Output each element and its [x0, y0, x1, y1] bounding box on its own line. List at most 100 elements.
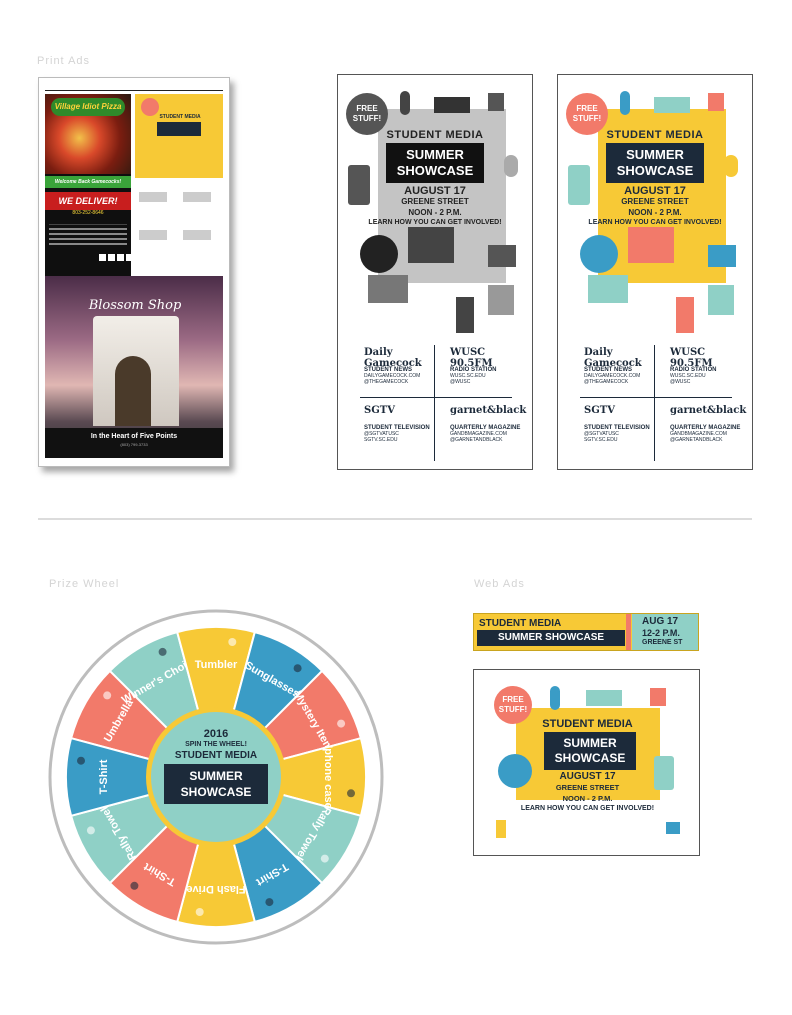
boutique-footer: In the Heart of Five Points (803) 799-37…	[45, 428, 223, 458]
outlet-radio: WUSC 90.5FM RADIO STATION WUSC.SC.EDU @W…	[450, 347, 530, 385]
event-street: GREENE STREET	[401, 197, 469, 206]
prize-wheel: Umbrella Winner's Choice Tumbler Sunglasses…	[47, 608, 385, 946]
section-label-print-ads: Print Ads	[37, 55, 91, 67]
webad-title-box: SUMMER SHOWCASE	[544, 732, 636, 770]
sgtv-logo: SGTV	[364, 405, 395, 416]
wheel-hub: 2016 SPIN THE WHEEL! STUDENT MEDIA SUMME…	[146, 707, 286, 847]
pizza-deliver: WE DELIVER!	[45, 192, 131, 210]
daily-gamecock-logo: Daily Gamecock	[584, 347, 642, 369]
mini-outlet-logos	[135, 186, 223, 266]
wheel-decoration	[158, 647, 167, 656]
event-street: GREENE STREET	[621, 197, 689, 206]
section-label-prize-wheel: Prize Wheel	[49, 578, 120, 590]
webad-learn-more: LEARN HOW YOU CAN GET INVOLVED!	[520, 805, 655, 812]
pizza-phone: 803-252-8646	[72, 210, 104, 216]
wheel-student-media: STUDENT MEDIA	[174, 750, 258, 761]
wusc-logo: WUSC 90.5FM	[450, 347, 493, 369]
pizza-logo: Village Idiot Pizza	[51, 98, 125, 116]
wheel-decoration	[86, 826, 95, 835]
camera-icon	[708, 245, 736, 267]
vinyl-record-icon	[580, 235, 618, 273]
pizza-body-text	[49, 224, 127, 255]
student-media-heading: STUDENT MEDIA	[606, 129, 704, 141]
poster-color: FREE STUFF! STUDENT MEDIA SUMMER SHOWCAS…	[557, 74, 753, 470]
wheel-decoration	[130, 881, 139, 890]
wheel-decoration	[347, 789, 355, 798]
wheel-decoration	[77, 756, 85, 765]
outlet-television: SGTV STUDENT TELEVISION @SGTVATUSC SGTV.…	[584, 405, 664, 443]
wheel-title-box: SUMMER SHOWCASE	[164, 764, 268, 804]
webad-street: GREENE STREET	[555, 783, 620, 792]
lightbulb-icon	[724, 155, 738, 177]
mini-title-box	[157, 122, 201, 136]
banner-student-media: STUDENT MEDIA	[479, 618, 562, 629]
event-time: NOON - 2 P.M.	[628, 208, 682, 217]
banner-time: 12-2 P.M.	[642, 628, 680, 638]
webad-date: AUGUST 17	[559, 771, 616, 782]
garnet-black-logo: garnet&black	[670, 405, 747, 416]
video-camera-icon	[586, 690, 622, 706]
boutique-phone: (803) 799-3733	[120, 442, 148, 447]
garnet-black-logo: garnet&black	[450, 405, 527, 416]
camera-icon	[666, 822, 680, 834]
logos-horizontal-divider	[360, 397, 512, 398]
microphone-icon	[550, 686, 560, 710]
vinyl-record-icon	[360, 235, 398, 273]
video-camera-icon	[434, 97, 470, 113]
webad-time: NOON - 2 P.M.	[562, 794, 613, 803]
wheel-decoration	[103, 691, 112, 700]
newspaper-icon	[368, 275, 408, 303]
showcase-title-box: SUMMER SHOWCASE	[606, 143, 704, 183]
learn-more: LEARN HOW YOU CAN GET INVOLVED!	[588, 219, 722, 226]
lightbulb-icon	[504, 155, 518, 177]
mini-showcase-ad: STUDENT MEDIA	[135, 94, 223, 274]
thumbs-up-icon	[708, 93, 724, 111]
title-line-1: SUMMER	[626, 147, 684, 162]
boutique-door	[115, 356, 151, 426]
outlet-magazine: garnet&black QUARTERLY MAGAZINE GANDBMAG…	[450, 405, 530, 443]
wheel-segment-label: Flash Drive	[186, 883, 245, 895]
section-label-web-ads: Web Ads	[474, 578, 525, 590]
banner-title: SUMMER SHOWCASE	[477, 630, 625, 646]
newspaper-icon	[588, 275, 628, 303]
outlet-logos: Daily Gamecock STUDENT NEWS DAILYGAMECOC…	[338, 341, 532, 465]
outlet-radio: WUSC 90.5FM RADIO STATION WUSC.SC.EDU @W…	[670, 347, 750, 385]
wheel-segment-label: Tumbler	[195, 659, 238, 671]
poster-grayscale: FREE STUFF! STUDENT MEDIA SUMMER SHOWCAS…	[337, 74, 533, 470]
web-square-ad: FREE STUFF! STUDENT MEDIA SUMMER SHOWCAS…	[473, 669, 700, 856]
title-line-2: SHOWCASE	[396, 163, 474, 178]
traffic-shapes-icon	[456, 297, 474, 333]
banner-street: GREENE ST	[642, 639, 683, 646]
section-divider	[38, 518, 752, 520]
outlet-student-news: Daily Gamecock STUDENT NEWS DAILYGAMECOC…	[584, 347, 664, 385]
boutique-sign: Blossom Shop	[88, 298, 182, 313]
webad-student-media: STUDENT MEDIA	[542, 718, 633, 730]
traffic-shapes-icon	[676, 297, 694, 333]
newspaper-header-rule	[45, 82, 223, 91]
event-time: NOON - 2 P.M.	[408, 208, 462, 217]
thumbs-up-icon	[488, 93, 504, 111]
wheel-decoration	[293, 664, 302, 673]
outlet-logos: Daily Gamecock STUDENT NEWS DAILYGAMECOC…	[558, 341, 752, 465]
laptop-icon	[408, 227, 454, 263]
microphone-icon	[620, 91, 630, 115]
wheel-decoration	[337, 719, 346, 728]
mini-student-media: STUDENT MEDIA	[159, 114, 201, 120]
wheel-decoration	[195, 908, 204, 916]
event-date: AUGUST 17	[624, 185, 686, 197]
boutique-ad: Blossom Shop In the Heart of Five Points…	[45, 276, 223, 458]
outlet-television: SGTV STUDENT TELEVISION @SGTVATUSC SGTV.…	[364, 405, 444, 443]
pizza-social-icons	[99, 254, 131, 261]
sgtv-logo: SGTV	[584, 405, 615, 416]
student-media-heading: STUDENT MEDIA	[386, 129, 484, 141]
outlet-magazine: garnet&black QUARTERLY MAGAZINE GANDBMAG…	[670, 405, 750, 443]
banner-date: AUG 17	[642, 616, 679, 627]
wheel-spin: SPIN THE WHEEL!	[185, 741, 247, 748]
wheel-decoration	[320, 854, 329, 863]
wheel-segment-label: Iphone case	[322, 745, 334, 809]
thumbs-up-icon	[650, 688, 666, 706]
camera-icon	[488, 245, 516, 267]
banner-accent-bar	[626, 614, 631, 650]
wheel-year: 2016	[203, 728, 229, 740]
newspaper-page: Village Idiot Pizza Welcome Back Gamecoc…	[38, 77, 230, 467]
